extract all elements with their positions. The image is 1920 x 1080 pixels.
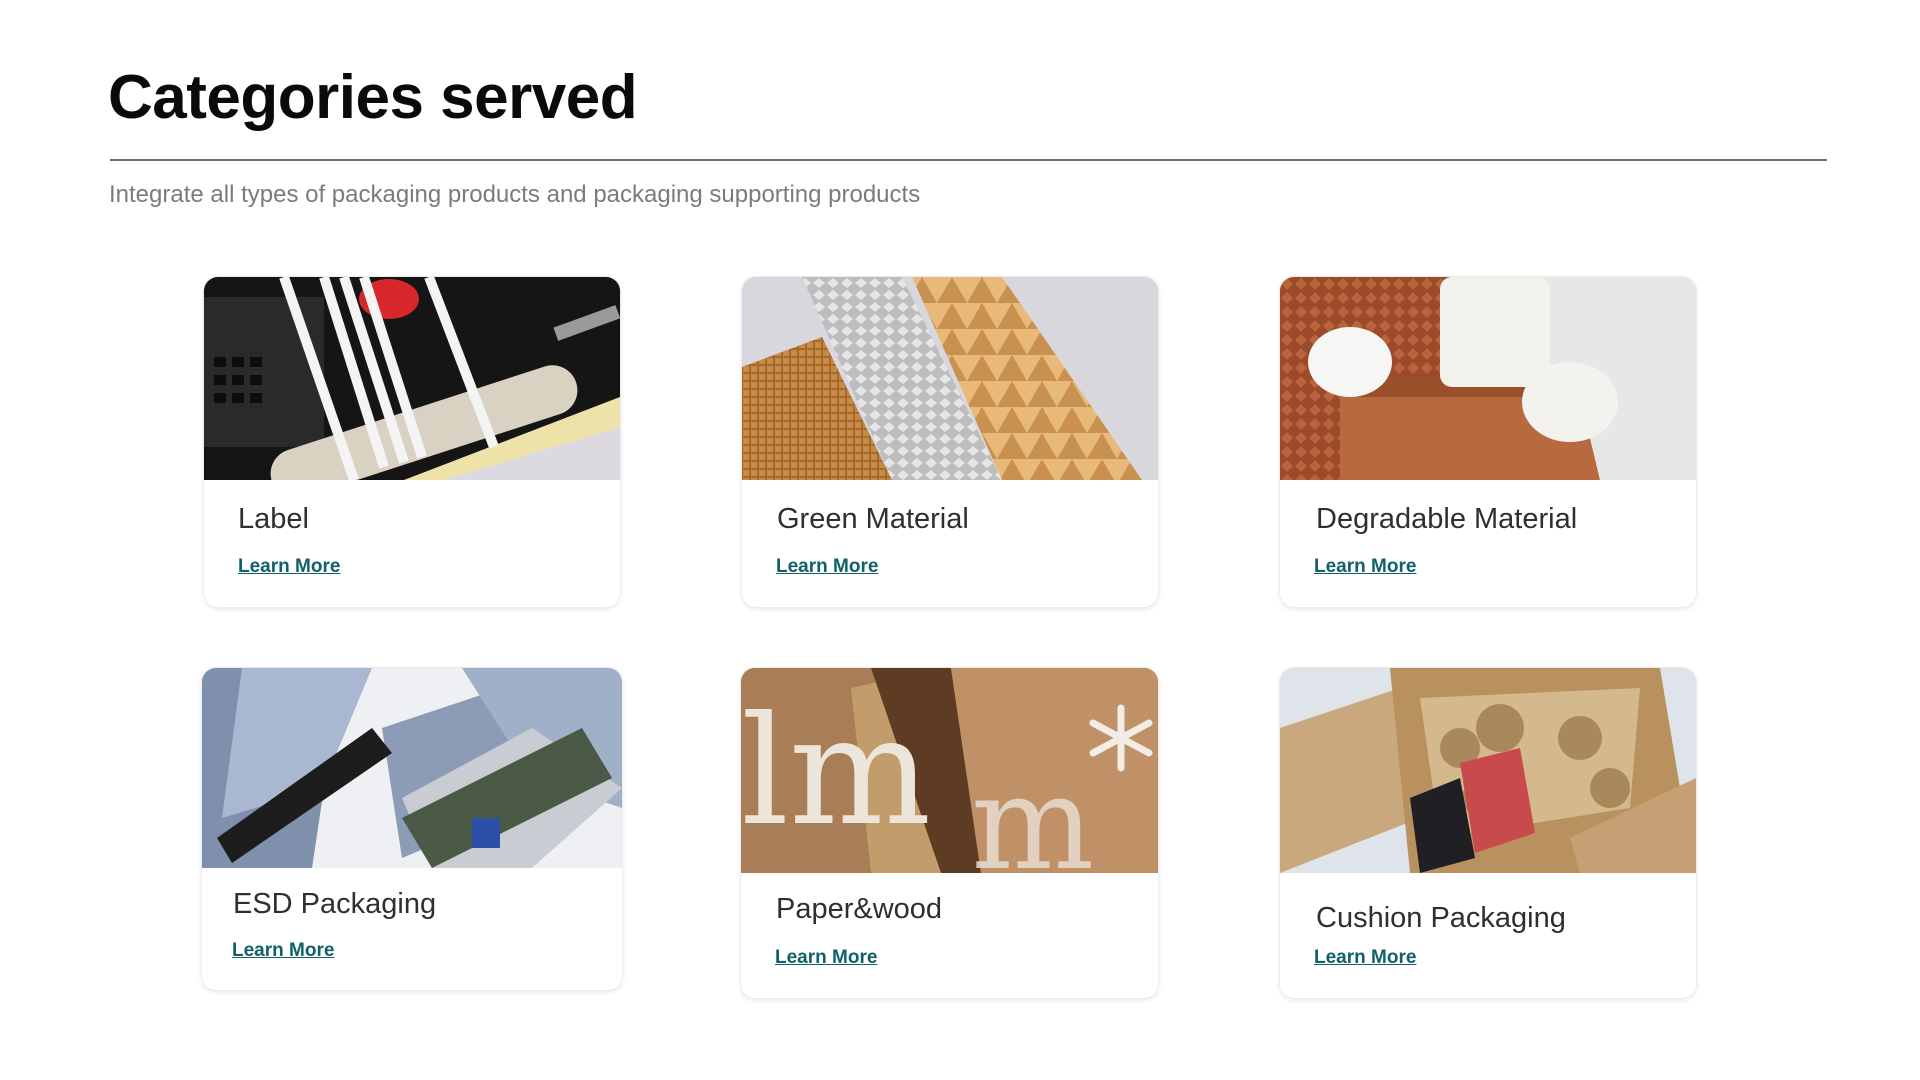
degradable-material-image bbox=[1280, 277, 1696, 480]
learn-more-link[interactable]: Learn More bbox=[776, 556, 878, 578]
category-card-green-material[interactable]: Green Material Learn More bbox=[742, 277, 1158, 607]
learn-more-link[interactable]: Learn More bbox=[1314, 947, 1416, 969]
learn-more-link[interactable]: Learn More bbox=[775, 947, 877, 969]
page-subtitle: Integrate all types of packaging product… bbox=[109, 181, 921, 208]
label-image bbox=[204, 277, 620, 480]
category-card-paper-wood[interactable]: lm m Paper&wood Learn More bbox=[741, 668, 1158, 998]
learn-more-link[interactable]: Learn More bbox=[232, 940, 334, 962]
learn-more-link[interactable]: Learn More bbox=[238, 556, 340, 578]
category-title: Cushion Packaging bbox=[1316, 902, 1566, 934]
svg-text:m: m bbox=[971, 747, 1094, 873]
category-card-esd-packaging[interactable]: ESD Packaging Learn More bbox=[202, 668, 622, 990]
category-title: Label bbox=[238, 503, 309, 535]
learn-more-link[interactable]: Learn More bbox=[1314, 556, 1416, 578]
esd-packaging-image bbox=[202, 668, 622, 868]
category-title: ESD Packaging bbox=[233, 888, 437, 920]
category-title: Degradable Material bbox=[1316, 503, 1578, 535]
category-card-degradable-material[interactable]: Degradable Material Learn More bbox=[1280, 277, 1696, 607]
title-divider bbox=[110, 159, 1827, 161]
svg-text:lm: lm bbox=[741, 685, 931, 859]
page-title: Categories served bbox=[108, 63, 638, 132]
category-title: Paper&wood bbox=[776, 893, 943, 925]
paper-wood-image: lm m bbox=[741, 668, 1158, 873]
category-title: Green Material bbox=[777, 503, 969, 535]
category-card-label[interactable]: Label Learn More bbox=[204, 277, 620, 607]
category-card-cushion-packaging[interactable]: Cushion Packaging Learn More bbox=[1280, 668, 1696, 998]
green-material-image bbox=[742, 277, 1158, 480]
cushion-packaging-image bbox=[1280, 668, 1696, 873]
